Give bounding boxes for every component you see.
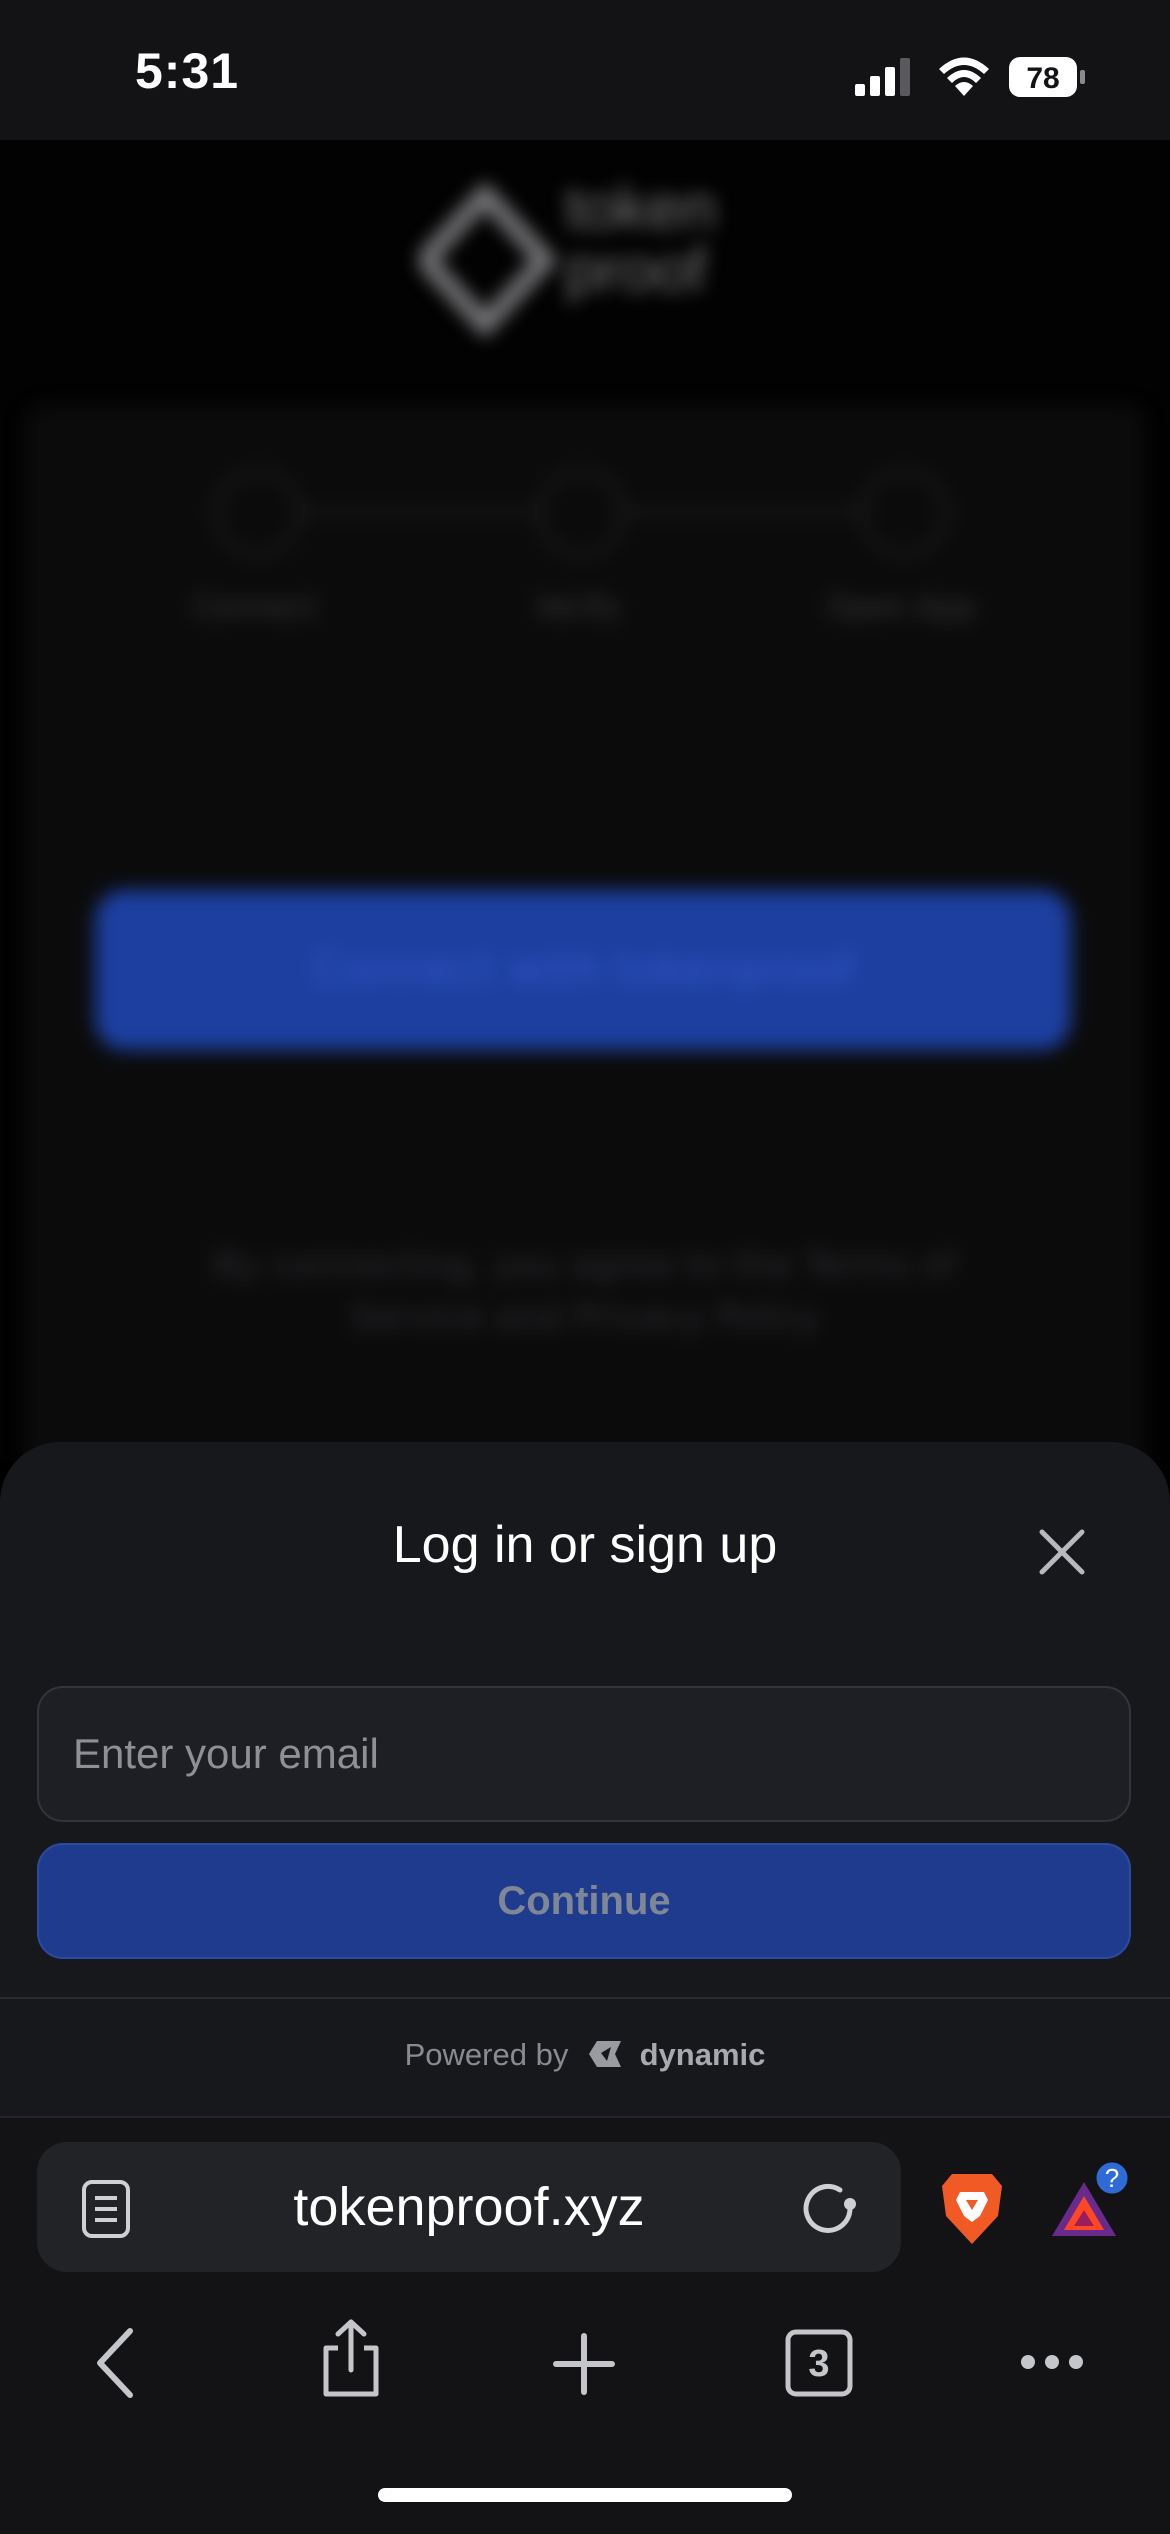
sheet-divider [0, 1997, 1170, 1999]
step-label-connect: Connect [192, 590, 318, 625]
sheet-title: Log in or sign up [392, 1516, 778, 1574]
background-page: token proof Connect Verify Open App Conn… [0, 140, 1170, 1460]
powered-by: Powered by dynamic [0, 2037, 1170, 2073]
status-time: 5:31 [135, 43, 240, 99]
reader-mode-icon[interactable] [80, 2180, 136, 2240]
battery-level: 78 [1026, 62, 1059, 95]
step-label-verify: Verify [535, 590, 621, 625]
step-label-open-app: Open App [826, 590, 976, 625]
new-tab-icon[interactable] [552, 2332, 616, 2396]
reload-icon[interactable] [796, 2177, 860, 2241]
step-circle-2 [538, 470, 624, 556]
wifi-icon [939, 57, 989, 96]
status-bar: 5:31 78 [0, 0, 1170, 140]
basic-attention-token-icon[interactable]: ? [1050, 2160, 1130, 2240]
powered-by-label: Powered by [404, 2037, 569, 2072]
step-circle-3 [861, 470, 947, 556]
terms-text: By connecting, you agree to the Terms of… [213, 1245, 957, 1338]
cellular-signal-icon [855, 58, 910, 96]
url-text[interactable]: tokenproof.xyz [37, 2142, 901, 2272]
home-indicator[interactable] [378, 2488, 792, 2502]
share-icon[interactable] [318, 2318, 384, 2398]
step-circle-1 [215, 470, 301, 556]
dynamic-brand: dynamic [639, 2037, 766, 2072]
email-field[interactable] [37, 1686, 1131, 1822]
dynamic-logo-icon [588, 2041, 621, 2067]
back-icon[interactable] [92, 2325, 142, 2401]
progress-steps: Connect Verify Open App [0, 470, 1170, 670]
notification-badge: ? [1105, 2163, 1119, 2193]
more-menu-icon[interactable] [1020, 2350, 1084, 2374]
close-icon[interactable] [1030, 1520, 1094, 1584]
tabs-icon[interactable]: 3 [784, 2328, 854, 2398]
logo-text-line1: token [565, 174, 717, 243]
logo-text-line2: proof [565, 236, 707, 305]
tab-count: 3 [808, 2343, 829, 2385]
brave-shields-icon[interactable] [938, 2170, 1006, 2246]
connect-with-tokenproof-button: Connect with tokenproof [95, 890, 1071, 1050]
step-line-2 [621, 510, 861, 513]
battery-icon: 78 [1009, 57, 1085, 97]
continue-button[interactable]: Continue [37, 1843, 1131, 1959]
step-line-1 [298, 510, 538, 513]
